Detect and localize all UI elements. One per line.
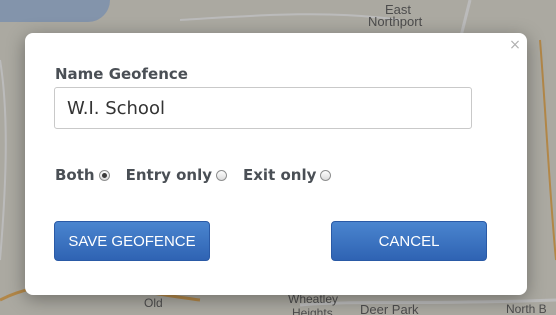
save-geofence-button[interactable]: SAVE GEOFENCE <box>54 221 210 261</box>
radio-both[interactable] <box>98 169 110 181</box>
radio-option-exit-only[interactable]: Exit only <box>243 166 332 184</box>
radio-entry-only[interactable] <box>216 169 227 181</box>
radio-label-exit-only: Exit only <box>243 166 317 184</box>
radio-label-entry-only: Entry only <box>125 166 212 184</box>
radio-option-both[interactable]: Both <box>55 166 110 184</box>
radio-exit-only[interactable] <box>320 169 332 181</box>
name-geofence-label: Name Geofence <box>55 65 188 83</box>
cancel-button[interactable]: CANCEL <box>331 221 487 261</box>
radio-label-both: Both <box>55 166 95 184</box>
radio-option-entry-only[interactable]: Entry only <box>126 166 227 184</box>
geofence-name-input[interactable] <box>54 87 472 129</box>
geofence-dialog: × Name Geofence Both Entry only Exit onl… <box>25 33 527 295</box>
trigger-radio-group: Both Entry only Exit only <box>55 164 347 186</box>
close-icon[interactable]: × <box>508 38 522 52</box>
